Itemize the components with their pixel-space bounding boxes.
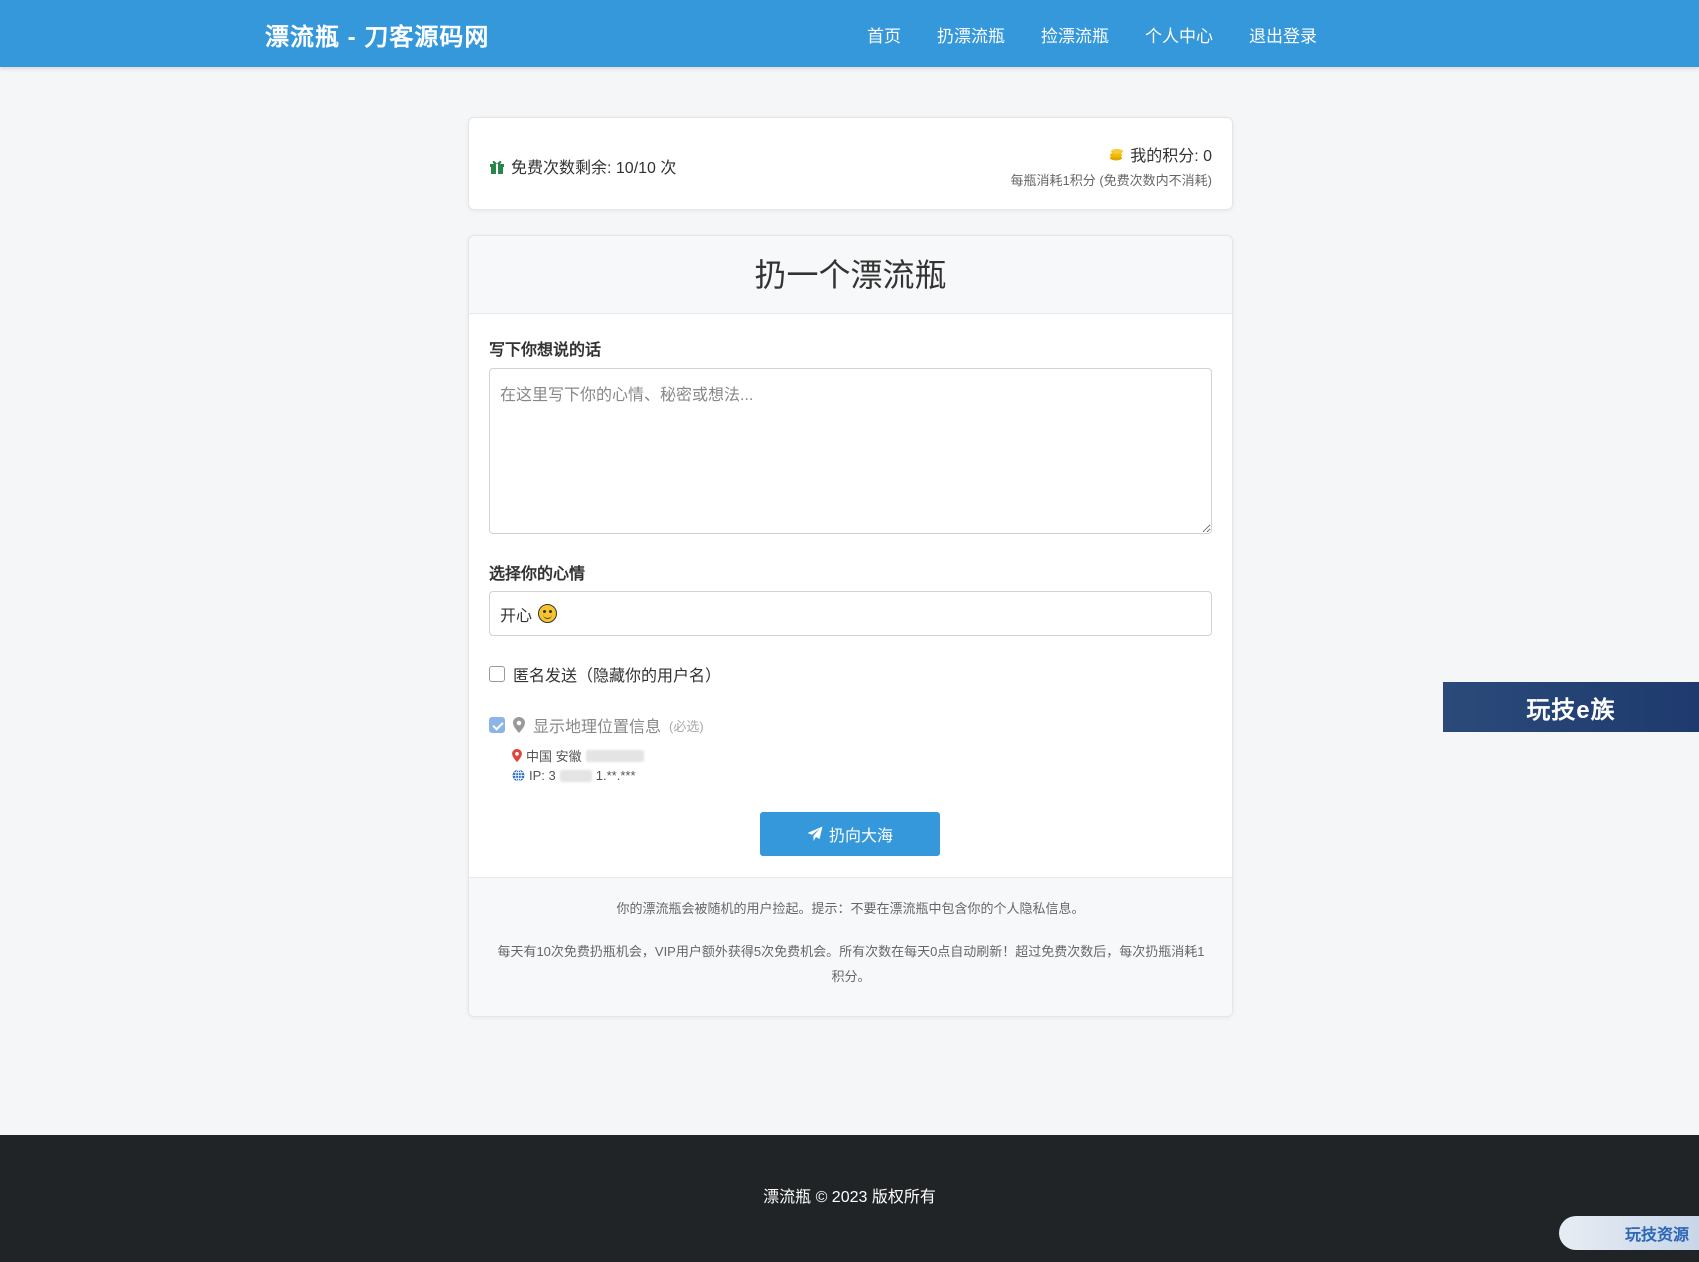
globe-icon — [512, 769, 525, 782]
smile-emoji-icon — [538, 604, 558, 623]
nav-profile[interactable]: 个人中心 — [1145, 22, 1213, 47]
nav-menu: 首页 扔漂流瓶 捡漂流瓶 个人中心 退出登录 — [867, 22, 1317, 47]
form-header: 扔一个漂流瓶 — [469, 236, 1232, 314]
quota-rules: 每天有10次免费扔瓶机会，VIP用户额外获得5次免费机会。所有次数在每天0点自动… — [497, 944, 1205, 984]
map-marker-icon — [513, 717, 525, 733]
side-ad-banner[interactable]: 玩技e族 — [1443, 682, 1699, 732]
privacy-tip: 你的漂流瓶会被随机的用户捡起。提示：不要在漂流瓶中包含你的个人隐私信息。 — [616, 901, 1085, 916]
points-text: 我的积分: 0 — [1130, 148, 1212, 165]
nav-pick-bottle[interactable]: 捡漂流瓶 — [1041, 22, 1109, 47]
page-footer: 漂流瓶 © 2023 版权所有 — [0, 1135, 1699, 1262]
submit-label: 扔向大海 — [828, 828, 893, 845]
location-info: 中国 安徽 — [512, 746, 644, 765]
location-pin-icon — [512, 749, 522, 762]
nav-throw-bottle[interactable]: 扔漂流瓶 — [937, 22, 1005, 47]
ip-info: IP: 3 1.**.*** — [512, 768, 636, 783]
anonymous-checkbox[interactable] — [489, 666, 505, 682]
blurred-city — [585, 749, 644, 762]
free-count: 免费次数剩余: 10/10 次 — [489, 154, 676, 178]
geo-option[interactable]: 显示地理位置信息 (必选) — [489, 713, 704, 737]
gift-icon — [489, 159, 505, 174]
mood-label: 选择你的心情 — [489, 566, 586, 583]
ip-suffix: 1.**.*** — [595, 768, 636, 783]
nav-logout[interactable]: 退出登录 — [1249, 22, 1317, 47]
geo-required: (必选) — [669, 718, 704, 734]
geo-checkbox[interactable] — [489, 717, 505, 733]
site-brand[interactable]: 漂流瓶 - 刀客源码网 — [265, 17, 489, 52]
throw-bottle-form: 扔一个漂流瓶 写下你想说的话 选择你的心情 开心 匿名发送（隐藏你的用户名） 显… — [468, 235, 1233, 1017]
location-text: 中国 安徽 — [526, 749, 582, 764]
coins-icon — [1108, 146, 1124, 162]
paper-plane-icon — [807, 826, 823, 842]
points-note: 每瓶消耗1积分 (免费次数内不消耗) — [1010, 173, 1212, 188]
points: 我的积分: 0 — [1108, 142, 1212, 166]
copyright: 漂流瓶 © 2023 版权所有 — [763, 1189, 936, 1206]
free-count-text: 免费次数剩余: 10/10 次 — [511, 160, 677, 177]
ip-prefix: IP: 3 — [529, 768, 556, 783]
message-label: 写下你想说的话 — [489, 342, 602, 359]
form-footer: 你的漂流瓶会被随机的用户捡起。提示：不要在漂流瓶中包含你的个人隐私信息。 每天有… — [469, 877, 1232, 1016]
throw-to-sea-button[interactable]: 扔向大海 — [760, 812, 940, 856]
mood-select[interactable]: 开心 — [489, 591, 1212, 636]
anonymous-label: 匿名发送（隐藏你的用户名） — [513, 668, 722, 685]
message-input[interactable] — [489, 368, 1212, 534]
anonymous-option[interactable]: 匿名发送（隐藏你的用户名） — [489, 662, 721, 686]
blurred-ip — [559, 769, 592, 782]
top-navbar: 漂流瓶 - 刀客源码网 首页 扔漂流瓶 捡漂流瓶 个人中心 退出登录 — [0, 0, 1699, 67]
form-title: 扔一个漂流瓶 — [754, 257, 947, 293]
status-card: 免费次数剩余: 10/10 次 我的积分: 0 每瓶消耗1积分 (免费次数内不消… — [468, 117, 1233, 210]
nav-home[interactable]: 首页 — [867, 22, 901, 47]
mood-value: 开心 — [500, 607, 533, 625]
corner-watermark: 玩技资源 — [1559, 1216, 1699, 1250]
geo-label: 显示地理位置信息 — [533, 719, 662, 736]
